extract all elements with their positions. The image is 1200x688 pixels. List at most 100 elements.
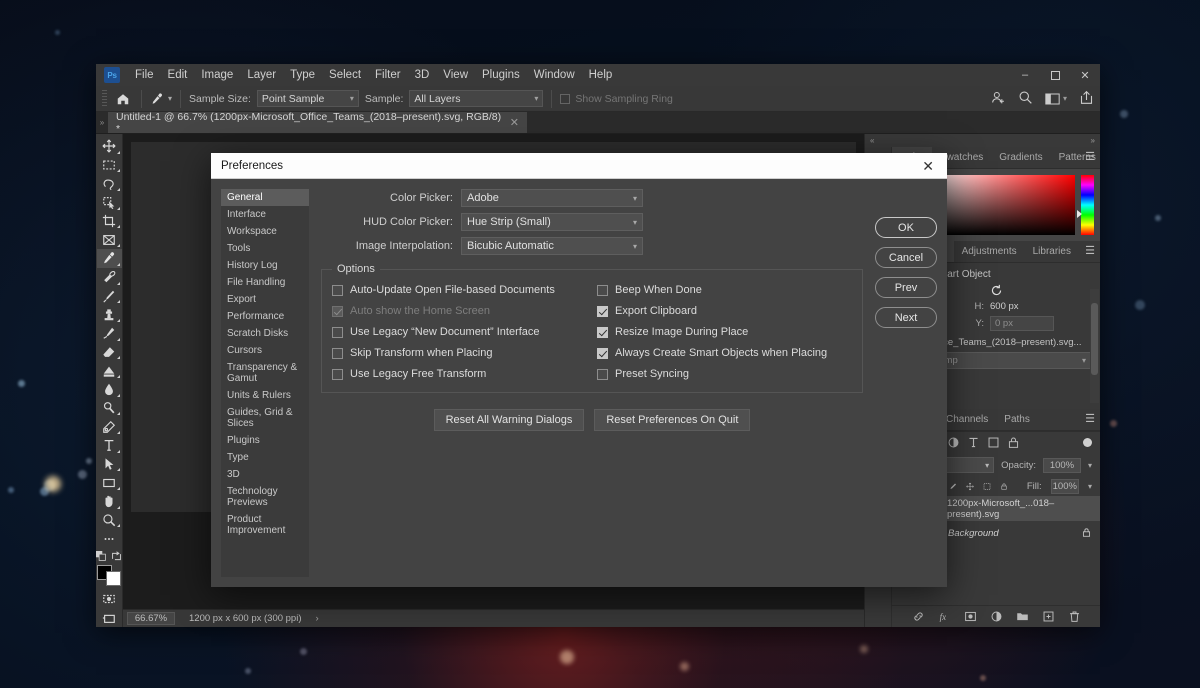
- menu-filter[interactable]: Filter: [368, 66, 408, 84]
- nav-item-technology-previews[interactable]: Technology Previews: [221, 483, 309, 511]
- chevron-down-icon[interactable]: ▾: [1088, 482, 1092, 491]
- type-filter-icon[interactable]: [967, 436, 980, 449]
- option-use-legacy-new-document-interface[interactable]: Use Legacy “New Document” Interface: [332, 326, 587, 338]
- option-auto-update-documents[interactable]: Auto-Update Open File-based Documents: [332, 284, 587, 296]
- path-selection-tool[interactable]: [97, 455, 122, 474]
- type-tool[interactable]: [97, 436, 122, 455]
- close-icon[interactable]: ✕: [919, 159, 937, 173]
- lock-brush-icon[interactable]: [949, 481, 957, 492]
- rectangle-tool[interactable]: [97, 473, 122, 492]
- color-spectrum-field[interactable]: [930, 175, 1075, 235]
- clone-stamp-tool[interactable]: [97, 305, 122, 324]
- lock-artboard-icon[interactable]: [983, 481, 991, 492]
- tab-adjustments[interactable]: Adjustments: [954, 241, 1025, 262]
- frame-tool[interactable]: [97, 230, 122, 249]
- workspace-switcher[interactable]: ▾: [1045, 92, 1067, 106]
- lock-all-icon[interactable]: [1000, 481, 1008, 492]
- nav-item-workspace[interactable]: Workspace: [221, 223, 309, 240]
- blur-tool[interactable]: [97, 380, 122, 399]
- nav-item-guides-grid-slices[interactable]: Guides, Grid & Slices: [221, 404, 309, 432]
- mask-icon[interactable]: [964, 610, 977, 623]
- link-icon[interactable]: [912, 610, 925, 623]
- group-icon[interactable]: [1016, 610, 1029, 623]
- menu-select[interactable]: Select: [322, 66, 368, 84]
- next-button[interactable]: Next: [875, 307, 937, 328]
- sample-size-select[interactable]: Point Sample ▾: [257, 90, 359, 107]
- opacity-value[interactable]: 100%: [1043, 458, 1081, 473]
- nav-item-units-rulers[interactable]: Units & Rulers: [221, 387, 309, 404]
- new-layer-icon[interactable]: [1042, 610, 1055, 623]
- menu-type[interactable]: Type: [283, 66, 322, 84]
- option-use-legacy-free-transform[interactable]: Use Legacy Free Transform: [332, 368, 587, 380]
- hand-tool[interactable]: [97, 492, 122, 511]
- minimize-button[interactable]: –: [1010, 64, 1040, 86]
- nav-item-3d[interactable]: 3D: [221, 466, 309, 483]
- adjustment-filter-icon[interactable]: [947, 436, 960, 449]
- spot-healing-brush-tool[interactable]: [97, 268, 122, 287]
- move-tool[interactable]: [97, 137, 122, 156]
- filter-toggle-icon[interactable]: [1083, 438, 1092, 447]
- nav-item-plugins[interactable]: Plugins: [221, 432, 309, 449]
- eyedropper-tool[interactable]: [97, 249, 122, 268]
- close-window-button[interactable]: ✕: [1070, 64, 1100, 86]
- nav-item-file-handling[interactable]: File Handling: [221, 274, 309, 291]
- share-icon[interactable]: [1079, 90, 1094, 108]
- sample-select[interactable]: All Layers ▾: [409, 90, 543, 107]
- delete-icon[interactable]: [1068, 610, 1081, 623]
- tab-gradients[interactable]: Gradients: [991, 147, 1050, 168]
- nav-item-performance[interactable]: Performance: [221, 308, 309, 325]
- quick-mask-toggle[interactable]: [97, 589, 122, 608]
- option-skip-transform-when-placing[interactable]: Skip Transform when Placing: [332, 347, 587, 359]
- zoom-tool[interactable]: [97, 511, 122, 530]
- option-export-clipboard[interactable]: Export Clipboard: [597, 305, 852, 317]
- eraser-tool[interactable]: [97, 343, 122, 362]
- lock-icon[interactable]: [1081, 527, 1092, 541]
- lock-position-icon[interactable]: [966, 481, 974, 492]
- nav-item-export[interactable]: Export: [221, 291, 309, 308]
- reset-preferences-on-quit-button[interactable]: Reset Preferences On Quit: [594, 409, 750, 431]
- brush-tool[interactable]: [97, 287, 122, 306]
- close-icon[interactable]: ✕: [510, 116, 519, 129]
- pen-tool[interactable]: [97, 417, 122, 436]
- nav-item-history-log[interactable]: History Log: [221, 257, 309, 274]
- swap-colors-icon[interactable]: [111, 551, 122, 562]
- option-beep-when-done[interactable]: Beep When Done: [597, 284, 852, 296]
- ok-button[interactable]: OK: [875, 217, 937, 238]
- dodge-tool[interactable]: [97, 399, 122, 418]
- hud-color-picker-select[interactable]: Hue Strip (Small) ▾: [461, 213, 643, 231]
- option-preset-syncing[interactable]: Preset Syncing: [597, 368, 852, 380]
- gradient-tool[interactable]: [97, 361, 122, 380]
- nav-item-general[interactable]: General: [221, 189, 309, 206]
- menu-layer[interactable]: Layer: [240, 66, 283, 84]
- menu-help[interactable]: Help: [582, 66, 620, 84]
- nav-item-tools[interactable]: Tools: [221, 240, 309, 257]
- options-bar-grip[interactable]: [102, 90, 107, 108]
- fill-value[interactable]: 100%: [1051, 479, 1079, 494]
- default-colors-icon[interactable]: [96, 551, 107, 562]
- option-auto-show-home-screen[interactable]: Auto show the Home Screen: [332, 305, 587, 317]
- menu-file[interactable]: File: [128, 66, 161, 84]
- fx-icon[interactable]: fx: [938, 610, 951, 623]
- properties-scrollbar[interactable]: [1090, 289, 1099, 403]
- color-picker-select[interactable]: Adobe ▾: [461, 189, 643, 207]
- collapse-left-icon[interactable]: «: [870, 136, 874, 145]
- status-expand-icon[interactable]: ›: [316, 613, 319, 624]
- smart-object-filter-icon[interactable]: [1007, 436, 1020, 449]
- panel-menu-icon[interactable]: ☰: [1085, 246, 1095, 257]
- nav-item-scratch-disks[interactable]: Scratch Disks: [221, 325, 309, 342]
- menu-window[interactable]: Window: [527, 66, 582, 84]
- object-selection-tool[interactable]: [97, 193, 122, 212]
- maximize-button[interactable]: [1040, 64, 1070, 86]
- edit-toolbar-tool[interactable]: [97, 529, 122, 548]
- menu-image[interactable]: Image: [194, 66, 240, 84]
- show-sampling-ring-checkbox[interactable]: Show Sampling Ring: [560, 93, 672, 105]
- document-tab[interactable]: Untitled-1 @ 66.7% (1200px-Microsoft_Off…: [108, 112, 528, 133]
- add-user-icon[interactable]: [991, 90, 1006, 108]
- option-resize-image-during-place[interactable]: Resize Image During Place: [597, 326, 852, 338]
- current-tool-preset[interactable]: ▾: [150, 92, 172, 106]
- nav-item-type[interactable]: Type: [221, 449, 309, 466]
- search-icon[interactable]: [1018, 90, 1033, 108]
- hue-strip[interactable]: [1081, 175, 1094, 235]
- background-color-swatch[interactable]: [106, 571, 121, 586]
- nav-item-cursors[interactable]: Cursors: [221, 342, 309, 359]
